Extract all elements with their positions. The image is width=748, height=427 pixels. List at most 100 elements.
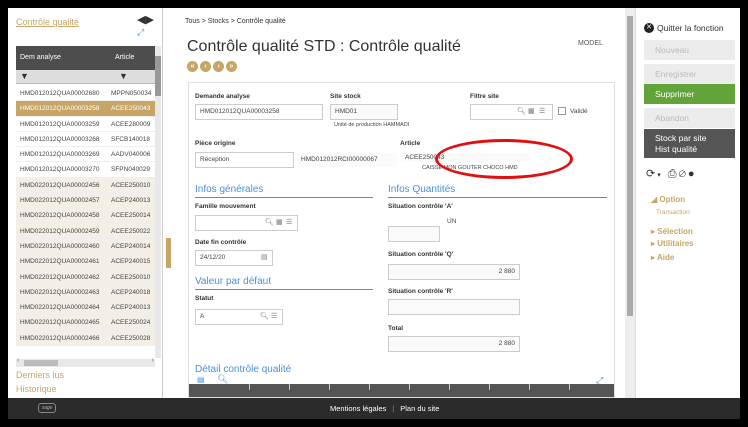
table-row[interactable]: HMD022012QUA00002459 ACEE250022	[16, 223, 155, 239]
option-menu[interactable]: ◢ Option	[651, 195, 685, 204]
quit-button[interactable]: ✕ Quitter la fonction	[644, 23, 724, 33]
history-link[interactable]: Historique	[16, 384, 57, 394]
table-row[interactable]: HMD022012QUA00002462 ACEE250010	[16, 269, 155, 285]
left-panel-title[interactable]: Contrôle qualité	[16, 17, 79, 27]
last-record-icon[interactable]: »	[226, 61, 237, 72]
cell-dem: HMD022012QUA00002462	[20, 273, 100, 281]
list-icon[interactable]: ☰	[271, 312, 277, 320]
column-divider	[289, 384, 290, 390]
scrollbar-thumb[interactable]	[155, 56, 161, 96]
first-record-icon[interactable]: «	[187, 61, 198, 72]
search-icon[interactable]: 🔍︎	[517, 107, 526, 115]
table-row[interactable]: HMD022012QUA00002456 ACEE250010	[16, 177, 155, 194]
utilitaires-menu[interactable]: ▸ Utilitaires	[651, 239, 694, 248]
attachment-icon[interactable]: ⌀	[679, 168, 688, 180]
save-button[interactable]: Enregistrer	[644, 64, 735, 84]
next-record-icon[interactable]: ›	[213, 61, 224, 72]
selection-menu[interactable]: ▸ Sélection	[651, 227, 693, 236]
table-row[interactable]: HMD012012QUA00003270 SFPN040029	[16, 162, 155, 178]
print-icon[interactable]: ⎙	[668, 168, 679, 180]
scrollbar-thumb[interactable]	[24, 360, 58, 366]
piece-field[interactable]: Réception	[195, 152, 294, 168]
recent-link[interactable]: Derniers lus	[16, 370, 64, 380]
table-row[interactable]: HMD012012QUA00003268 SFCB140018	[16, 132, 155, 148]
scroll-left-icon[interactable]: ‹	[17, 357, 19, 364]
column-header-dem-analyse[interactable]: Dem analyse	[20, 54, 61, 61]
date-label: Date fin contrôle	[195, 239, 247, 246]
site-field[interactable]: HMD01	[330, 104, 398, 120]
lookup-icon[interactable]: ▦	[528, 107, 535, 115]
table-row[interactable]: HMD022012QUA00002457 ACEP240013	[16, 193, 155, 209]
expand-icon[interactable]: ⤢	[137, 27, 144, 37]
table-vertical-scrollbar[interactable]	[155, 46, 161, 358]
article-label: Article	[400, 140, 421, 147]
transaction-link[interactable]: Transaction	[656, 209, 690, 216]
column-divider	[249, 384, 250, 390]
calendar-icon[interactable]: ▤	[261, 253, 268, 261]
main-vertical-scrollbar[interactable]	[625, 8, 635, 398]
new-button[interactable]: Nouveau	[644, 40, 735, 60]
cell-article: AADV040006	[111, 151, 151, 159]
demande-field[interactable]: HMD012012QUA00003258	[195, 104, 323, 120]
situation-a-label: Situation contrôle 'A'	[388, 203, 453, 210]
list-icon[interactable]: ☰	[539, 107, 545, 115]
next-icon[interactable]: ▶	[145, 14, 153, 26]
cancel-button[interactable]: Abandon	[644, 108, 735, 128]
table-row[interactable]: HMD022012QUA00002461 ACEP240015	[16, 254, 155, 270]
cell-dem: HMD022012QUA00002461	[20, 258, 100, 266]
filter-icon[interactable]: ▼	[119, 71, 128, 81]
previous-record-icon[interactable]: ‹	[200, 61, 211, 72]
plan-du-site-link[interactable]: Plan du site	[400, 404, 439, 413]
lookup-icon[interactable]: ▦	[276, 218, 283, 226]
filtre-label: Filtre site	[470, 93, 499, 100]
table-horizontal-scrollbar[interactable]: ‹ ›	[16, 357, 155, 367]
aide-menu[interactable]: ▸ Aide	[651, 253, 674, 262]
scroll-right-icon[interactable]: ›	[152, 357, 154, 364]
table-row[interactable]: HMD012012QUA00002680 MPPN050034	[16, 86, 155, 102]
cell-dem: HMD012012QUA00003269	[20, 151, 100, 159]
statut-field[interactable]: A	[195, 309, 283, 325]
demande-label: Demande analyse	[195, 93, 250, 100]
column-header-article[interactable]: Article	[115, 54, 134, 61]
cell-dem: HMD022012QUA00002460	[20, 242, 100, 250]
mentions-legales-link[interactable]: Mentions légales	[330, 404, 386, 413]
table-row-selected[interactable]: HMD012012QUA00003258 ACEE250043	[16, 101, 155, 117]
chevron-down-icon[interactable]: ▾	[657, 172, 663, 179]
situation-r-label: Situation contrôle 'R'	[388, 288, 453, 295]
section-divider	[195, 197, 373, 198]
table-row[interactable]: HMD022012QUA00002464 ACEP240013	[16, 300, 155, 316]
table-row[interactable]: HMD022012QUA00002460 ACEP240014	[16, 238, 155, 255]
valide-checkbox[interactable]	[558, 107, 566, 115]
cell-article: ACEP240013	[111, 197, 151, 205]
table-row[interactable]: HMD012012QUA00003269 AADV040006	[16, 147, 155, 163]
refresh-icon[interactable]: ⟳	[646, 168, 657, 180]
unit-label: UN	[447, 218, 457, 225]
cell-dem: HMD022012QUA00002459	[20, 227, 100, 235]
cell-dem: HMD012012QUA00003268	[20, 135, 100, 143]
footer: sage Mentions légales | Plan du site	[8, 398, 740, 419]
table-row[interactable]: HMD012012QUA00003259 ACEE280009	[16, 117, 155, 132]
stock-par-site-button[interactable]: Stock par site	[655, 133, 735, 144]
search-icon[interactable]: 🔍︎	[265, 218, 274, 226]
table-row[interactable]: HMD022012QUA00002466 ACEE250028	[16, 330, 155, 347]
table-view-icon[interactable]: ▤	[197, 375, 205, 384]
delete-button[interactable]: Supprimer	[644, 84, 735, 104]
search-icon[interactable]: 🔍︎	[260, 312, 269, 320]
section-divider	[195, 289, 373, 290]
column-divider	[449, 384, 450, 390]
cell-article: ACEE250010	[111, 181, 151, 189]
cell-dem: HMD022012QUA00002463	[20, 288, 100, 296]
filter-icon[interactable]: ▼	[20, 71, 29, 81]
panel-splitter[interactable]	[166, 238, 171, 268]
table-row[interactable]: HMD022012QUA00002458 ACEE250014	[16, 208, 155, 224]
list-icon[interactable]: ☰	[286, 218, 292, 226]
cell-dem: HMD022012QUA00002458	[20, 212, 100, 220]
scrollbar-thumb[interactable]	[627, 16, 633, 316]
breadcrumb[interactable]: Tous > Stocks > Contrôle qualité	[185, 18, 286, 25]
hist-qualite-button[interactable]: Hist qualité	[655, 144, 735, 155]
section-detail: Détail contrôle qualité	[195, 364, 292, 375]
comment-icon[interactable]: ●	[688, 168, 697, 180]
cell-article: ACEE250028	[111, 334, 151, 342]
table-row[interactable]: HMD022012QUA00002463 ACEP240018	[16, 284, 155, 301]
table-row[interactable]: HMD022012QUA00002465 ACEE250024	[16, 315, 155, 331]
